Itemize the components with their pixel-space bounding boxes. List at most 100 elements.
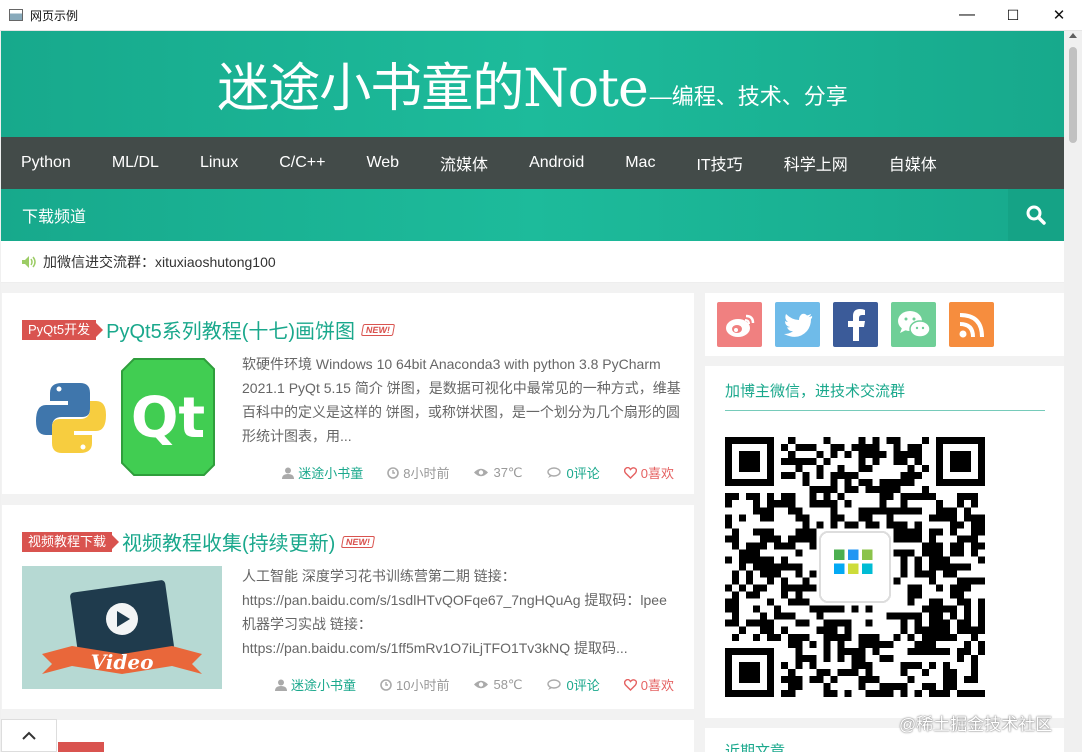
category-badge[interactable] <box>58 742 104 752</box>
site-header: 迷途小书童的Note —编程、技术、分享 <box>1 31 1064 137</box>
social-links <box>705 293 1064 356</box>
twitter-link[interactable] <box>775 302 820 347</box>
nav-item-mac[interactable]: Mac <box>625 154 655 172</box>
heart-icon <box>623 466 637 479</box>
app-icon <box>9 9 23 21</box>
nav-item-proxy[interactable]: 科学上网 <box>784 151 848 175</box>
post-card <box>2 720 694 752</box>
post-likes-text: 0喜欢 <box>640 466 674 481</box>
nav-item-android[interactable]: Android <box>529 154 584 172</box>
vertical-scrollbar[interactable] <box>1064 31 1082 752</box>
wechat-link[interactable] <box>891 302 936 347</box>
scroll-up-arrow-icon[interactable] <box>1069 33 1077 38</box>
qr-finder-pattern <box>935 437 985 487</box>
nav-item-cpp[interactable]: C/C++ <box>279 154 325 172</box>
post-views: 58℃ <box>473 676 523 693</box>
recent-heading: 近期文章 <box>725 743 786 752</box>
post-views: 37℃ <box>473 464 523 481</box>
minimize-button[interactable]: — <box>944 0 990 31</box>
post-comments-text: 0评论 <box>566 466 600 481</box>
category-badge[interactable]: 视频教程下载 <box>22 531 120 552</box>
weibo-link[interactable] <box>717 302 762 347</box>
post-likes[interactable]: 0喜欢 <box>623 675 674 694</box>
heart-icon <box>623 678 637 691</box>
facebook-link[interactable] <box>833 302 878 347</box>
qr-logo-tile <box>862 549 873 560</box>
comment-icon <box>546 678 561 690</box>
nav-item-python[interactable]: Python <box>21 154 71 172</box>
post-author-name: 迷途小书童 <box>298 466 364 481</box>
new-badge: NEW! <box>360 323 396 336</box>
post-comments[interactable]: 0评论 <box>546 463 600 482</box>
comment-icon <box>546 466 561 478</box>
post-time: 10小时前 <box>380 675 449 694</box>
site-logo-title[interactable]: 迷途小书童的Note <box>217 63 648 115</box>
maximize-button[interactable]: ☐ <box>990 0 1036 31</box>
post-excerpt: 软硬件环境 Windows 10 64bit Anaconda3 with py… <box>242 356 681 444</box>
post-author[interactable]: 迷途小书童 <box>274 675 356 694</box>
sub-nav: 下载频道 <box>1 189 1064 241</box>
qr-logo-tile <box>833 549 845 560</box>
notice-text: 加微信进交流群：xituxiaoshutong100 <box>43 253 276 270</box>
clock-icon <box>387 466 400 479</box>
nav-item-linux[interactable]: Linux <box>200 154 238 172</box>
window-titlebar: 网页示例 — ☐ ✕ <box>0 0 1082 31</box>
eye-icon <box>474 468 489 477</box>
post-time: 8小时前 <box>387 463 449 482</box>
rss-icon <box>959 312 984 337</box>
post-title[interactable]: PyQt5系列教程(十七)画饼图 <box>106 315 355 344</box>
post-author[interactable]: 迷途小书童 <box>282 463 363 482</box>
wechat-qr-code <box>725 437 985 697</box>
chevron-up-icon <box>22 731 36 740</box>
search-icon <box>1026 205 1046 225</box>
twitter-icon <box>783 313 812 337</box>
post-title[interactable]: 视频教程收集(持续更新) <box>122 527 335 556</box>
search-button[interactable] <box>1008 189 1064 241</box>
qr-logo-tile <box>833 563 845 575</box>
post-thumbnail[interactable]: Qt <box>22 355 222 478</box>
weibo-icon <box>725 314 754 337</box>
rss-link[interactable] <box>949 302 994 347</box>
eye-icon <box>474 680 489 689</box>
post-time-text: 10小时前 <box>396 678 450 693</box>
post-likes[interactable]: 0喜欢 <box>623 463 674 482</box>
window-title: 网页示例 <box>30 8 79 23</box>
qt-logo-icon: Qt <box>121 358 215 476</box>
notice-bar: 加微信进交流群：xituxiaoshutong100 <box>1 241 1064 283</box>
site-logo-subtitle: —编程、技术、分享 <box>649 84 848 109</box>
post-comments[interactable]: 0评论 <box>546 675 600 694</box>
wechat-widget: 加博主微信，进技术交流群 <box>705 366 1064 718</box>
close-button[interactable]: ✕ <box>1036 0 1082 31</box>
post-card: PyQt5开发 PyQt5系列教程(十七)画饼图 NEW! Qt 软硬件环境 W… <box>2 293 694 494</box>
post-comments-text: 0评论 <box>566 678 600 693</box>
post-likes-text: 0喜欢 <box>640 678 674 693</box>
nav-item-streaming[interactable]: 流媒体 <box>440 151 488 175</box>
facebook-icon <box>847 308 865 341</box>
post-views-text: 37℃ <box>493 464 523 480</box>
qr-logo-tile <box>847 549 859 560</box>
web-viewport: 迷途小书童的Note —编程、技术、分享 Python ML/DL Linux … <box>1 31 1064 752</box>
post-time-text: 8小时前 <box>403 466 450 481</box>
user-icon <box>282 467 295 479</box>
nav-item-web[interactable]: Web <box>366 154 399 172</box>
scroll-thumb[interactable] <box>1069 47 1077 143</box>
post-excerpt: 人工智能 深度学习花书训练营第二期 链接：https://pan.baidu.c… <box>242 568 667 656</box>
svg-text:Qt: Qt <box>131 386 205 451</box>
nav-item-mldl[interactable]: ML/DL <box>112 154 159 172</box>
category-badge[interactable]: PyQt5开发 <box>22 319 104 340</box>
back-to-top-button[interactable] <box>1 719 57 752</box>
nav-item-media[interactable]: 自媒体 <box>889 151 937 175</box>
post-author-name: 迷途小书童 <box>290 678 356 693</box>
qr-logo-tile <box>862 563 873 575</box>
wechat-icon <box>897 310 931 338</box>
download-channel-link[interactable]: 下载频道 <box>22 203 86 227</box>
speaker-icon <box>22 255 36 268</box>
qr-finder-pattern <box>725 647 775 697</box>
qr-finder-pattern <box>725 437 775 487</box>
user-icon <box>274 679 287 691</box>
post-thumbnail[interactable]: Video <box>22 566 222 689</box>
watermark: @稀土掘金技术社区 <box>899 715 1053 734</box>
svg-text:Video: Video <box>91 650 154 674</box>
post-views-text: 58℃ <box>493 676 523 692</box>
nav-item-it-tips[interactable]: IT技巧 <box>696 151 742 175</box>
